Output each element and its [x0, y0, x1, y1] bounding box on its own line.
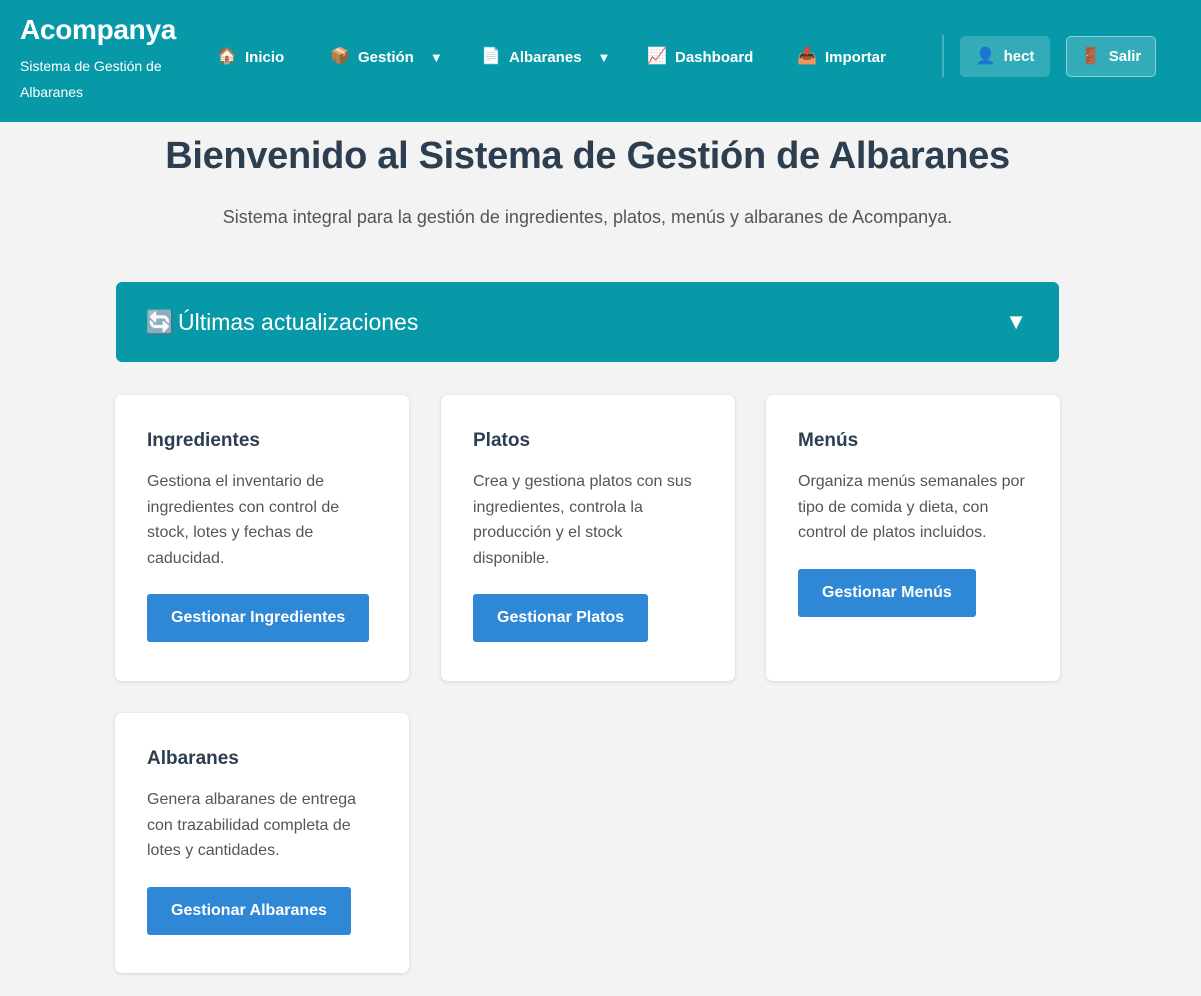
- manage-ingredients-button[interactable]: Gestionar Ingredientes: [147, 594, 370, 642]
- package-icon: 📦: [330, 48, 350, 65]
- chevron-down-icon: ▼: [597, 49, 611, 65]
- updates-accordion-toggle[interactable]: 🔄 Últimas actualizaciones ▼: [116, 282, 1059, 362]
- refresh-icon: 🔄: [145, 308, 175, 335]
- brand: Acompanya Sistema de Gestión de Albarane…: [20, 12, 200, 105]
- brand-subtitle: Sistema de Gestión de Albaranes: [20, 58, 162, 100]
- nav-item-label: Albaranes: [509, 48, 582, 66]
- card-title: Albaranes: [147, 748, 239, 769]
- card-ingredientes: Ingredientes Gestiona el inventario de i…: [115, 395, 409, 681]
- nav-item-albaranes[interactable]: 📄 Albaranes ▼: [481, 42, 610, 72]
- logout-button[interactable]: 🚪 Salir: [1066, 36, 1156, 77]
- top-navbar: Acompanya Sistema de Gestión de Albarane…: [0, 0, 1201, 122]
- user-profile-button[interactable]: 👤 hect: [960, 36, 1050, 77]
- user-icon: 👤: [975, 47, 996, 65]
- nav-item-importar[interactable]: 📥 Importar: [797, 42, 886, 72]
- manage-menus-button[interactable]: Gestionar Menús: [798, 568, 976, 617]
- nav-item-label: Importar: [825, 48, 886, 66]
- page-title: Bienvenido al Sistema de Gestión de Alba…: [165, 135, 1010, 177]
- manage-delivery-notes-button[interactable]: Gestionar Albaranes: [147, 886, 351, 935]
- card-description: Genera albaranes de entrega con trazabil…: [147, 791, 357, 859]
- manage-dishes-button[interactable]: Gestionar Platos: [473, 594, 649, 642]
- logout-label: Salir: [1108, 48, 1142, 65]
- card-description: Organiza menús semanales por tipo de com…: [798, 473, 1025, 541]
- card-title: Ingredientes: [147, 430, 260, 451]
- updates-title: Últimas actualizaciones: [178, 308, 419, 335]
- inbox-tray-icon: 📥: [797, 48, 817, 65]
- door-icon: 🚪: [1080, 47, 1101, 65]
- nav-item-label: Dashboard: [675, 48, 754, 66]
- nav-item-label: Inicio: [245, 48, 285, 66]
- card-title: Platos: [473, 430, 531, 451]
- nav-item-dashboard[interactable]: 📈 Dashboard: [647, 42, 753, 72]
- card-menus: Menús Organiza menús semanales por tipo …: [766, 395, 1060, 681]
- card-platos: Platos Crea y gestiona platos con sus in…: [441, 395, 735, 681]
- card-description: Crea y gestiona platos con sus ingredien…: [473, 473, 692, 567]
- nav-item-label: Gestión: [358, 48, 414, 66]
- page-subtitle: Sistema integral para la gestión de ingr…: [222, 207, 953, 227]
- nav-divider: [942, 35, 944, 77]
- house-icon: 🏠: [217, 48, 237, 65]
- brand-title[interactable]: Acompanya: [20, 12, 200, 48]
- chevron-down-icon: ▼: [429, 49, 443, 65]
- chevron-down-icon: ▼: [1005, 309, 1027, 334]
- user-name: hect: [1003, 48, 1035, 65]
- document-icon: 📄: [481, 48, 501, 65]
- nav-item-gestion[interactable]: 📦 Gestión ▼: [330, 42, 443, 72]
- chart-icon: 📈: [647, 48, 667, 65]
- card-description: Gestiona el inventario de ingredientes c…: [147, 473, 340, 567]
- nav-item-inicio[interactable]: 🏠 Inicio: [217, 42, 284, 72]
- card-title: Menús: [798, 430, 859, 451]
- card-albaranes: Albaranes Genera albaranes de entrega co…: [115, 713, 409, 973]
